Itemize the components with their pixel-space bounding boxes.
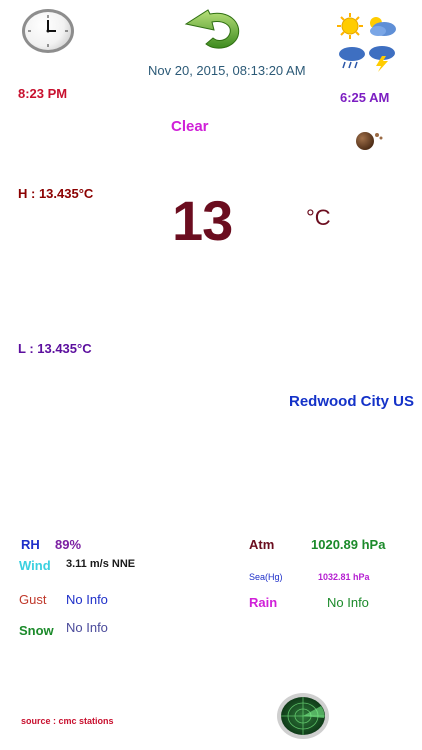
low-temperature: L : 13.435°C	[18, 341, 92, 356]
wind-label: Wind	[19, 558, 51, 573]
sea-pressure-value: 1032.81 hPa	[318, 572, 370, 582]
sunset-time: 8:23 PM	[18, 86, 68, 101]
pressure-label: Atm	[249, 537, 275, 552]
sunrise-time: 6:25 AM	[340, 90, 390, 105]
date-time: Nov 20, 2015, 08:13:20 AM	[148, 63, 306, 78]
humidity-label: RH	[21, 537, 40, 552]
wind-value: 3.11 m/s NNE	[66, 558, 136, 570]
clock-icon[interactable]	[22, 9, 74, 53]
snow-label: Snow	[19, 623, 54, 638]
rain-label: Rain	[249, 595, 278, 610]
rain-value: No Info	[327, 595, 369, 610]
sea-pressure-label: Sea(Hg)	[249, 572, 283, 582]
refresh-icon[interactable]	[180, 8, 244, 54]
snow-value: No Info	[66, 620, 108, 635]
data-source: source : cmc stations	[21, 716, 114, 726]
radar-icon[interactable]	[276, 692, 330, 740]
gust-value: No Info	[66, 592, 108, 607]
moon-phase-icon	[354, 128, 384, 152]
current-temperature: 13	[172, 189, 233, 252]
weather-condition: Clear	[171, 118, 209, 135]
weather-conditions-icon	[336, 12, 398, 72]
city-name[interactable]: Redwood City US	[289, 393, 414, 410]
high-temperature: H : 13.435°C	[18, 186, 94, 201]
gust-label: Gust	[19, 592, 47, 607]
pressure-value: 1020.89 hPa	[311, 537, 386, 552]
humidity-value: 89%	[55, 537, 82, 552]
temperature-unit[interactable]: °C	[306, 205, 331, 231]
